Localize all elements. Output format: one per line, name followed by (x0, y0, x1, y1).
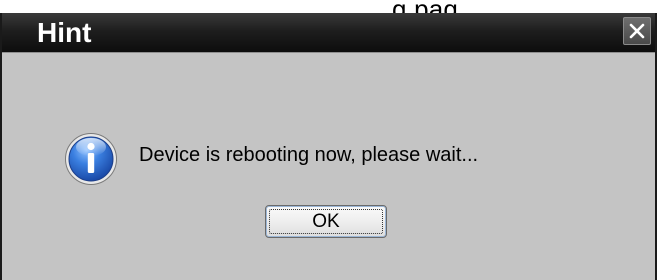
page: g pag Hint Device is rebooting now, plea… (0, 0, 657, 280)
close-icon (629, 23, 645, 39)
ok-button[interactable]: OK (265, 205, 387, 238)
info-icon (65, 133, 117, 185)
hint-dialog: Hint Device is rebooting now, please wai… (0, 13, 657, 280)
ok-button-label: OK (312, 211, 340, 232)
dialog-body: Device is rebooting now, please wait... (2, 52, 655, 280)
close-button[interactable] (623, 17, 651, 45)
dialog-title: Hint (37, 17, 92, 48)
dialog-titlebar[interactable]: Hint (2, 13, 655, 52)
dialog-message: Device is rebooting now, please wait... (139, 144, 479, 166)
